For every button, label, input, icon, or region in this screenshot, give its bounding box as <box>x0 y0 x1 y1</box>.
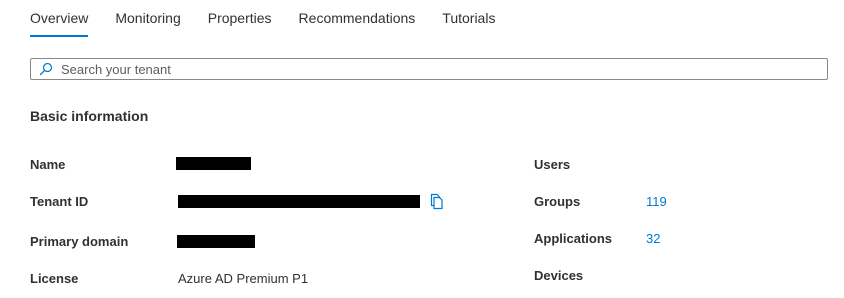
license-value: Azure AD Premium P1 <box>178 271 309 286</box>
devices-label: Devices <box>534 268 584 283</box>
applications-count-link[interactable]: 32 <box>646 231 660 246</box>
copy-icon[interactable] <box>428 193 444 210</box>
tab-overview[interactable]: Overview <box>30 0 89 37</box>
primary-domain-value-redacted <box>177 235 255 248</box>
applications-label: Applications <box>534 231 613 246</box>
groups-label: Groups <box>534 194 581 209</box>
tab-tutorials[interactable]: Tutorials <box>442 0 495 36</box>
tenant-id-value-redacted <box>178 195 420 208</box>
search-icon <box>39 62 53 76</box>
license-label: License <box>30 271 79 286</box>
tab-recommendations[interactable]: Recommendations <box>299 0 416 36</box>
search-input[interactable] <box>61 60 827 78</box>
tab-properties[interactable]: Properties <box>208 0 272 36</box>
search-box[interactable] <box>30 58 828 80</box>
tab-bar: Overview Monitoring Properties Recommend… <box>30 0 522 38</box>
section-title: Basic information <box>30 108 149 124</box>
name-value-redacted <box>176 157 251 170</box>
primary-domain-label: Primary domain <box>30 234 129 249</box>
tenant-id-label: Tenant ID <box>30 194 89 209</box>
users-label: Users <box>534 157 571 172</box>
groups-count-link[interactable]: 119 <box>646 194 667 209</box>
name-label: Name <box>30 157 66 172</box>
tab-monitoring[interactable]: Monitoring <box>115 0 180 36</box>
